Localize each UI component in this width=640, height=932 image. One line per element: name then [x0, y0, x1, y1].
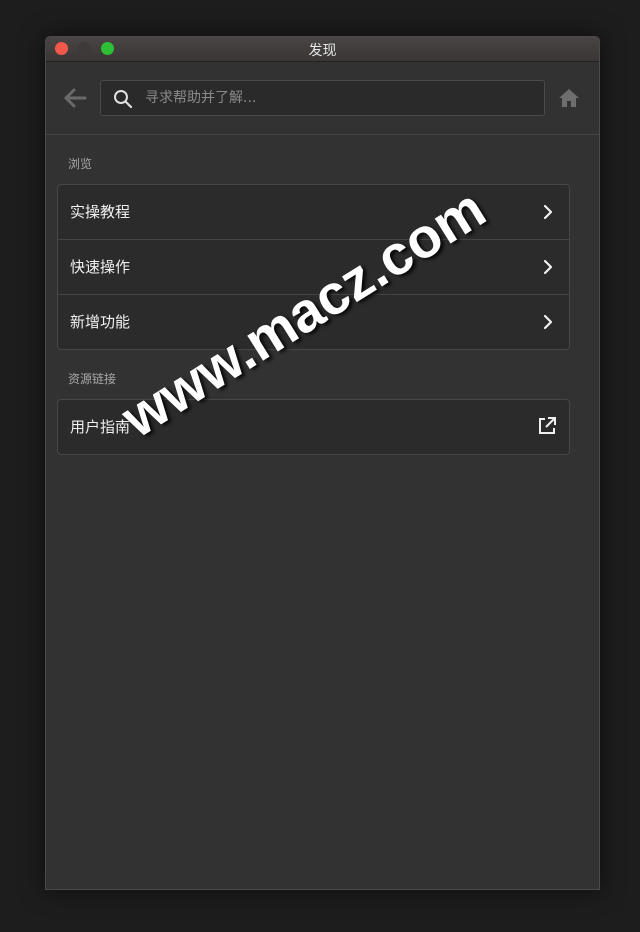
home-icon[interactable] — [557, 87, 581, 109]
list-item-label: 用户指南 — [70, 418, 131, 436]
back-arrow-icon[interactable] — [62, 86, 88, 110]
list-item-label: 快速操作 — [70, 258, 131, 276]
external-link-icon — [537, 416, 557, 436]
chevron-right-icon — [543, 314, 553, 330]
window-title: 发现 — [308, 43, 337, 59]
search-box[interactable] — [100, 80, 545, 116]
section-label-browse: 浏览 — [68, 157, 93, 171]
toolbar — [46, 62, 599, 135]
list-item-label: 实操教程 — [70, 203, 131, 221]
title-bar[interactable]: 发现 — [46, 37, 599, 62]
chevron-right-icon — [543, 204, 553, 220]
section-label-resources: 资源链接 — [68, 372, 117, 386]
search-input[interactable] — [145, 81, 525, 115]
search-icon — [113, 89, 133, 109]
chevron-right-icon — [543, 259, 553, 275]
list-item-label: 新增功能 — [70, 313, 131, 331]
list-item-tutorials[interactable]: 实操教程 — [58, 185, 569, 240]
discover-window: 发现 浏览 实操教程 — [45, 36, 600, 890]
